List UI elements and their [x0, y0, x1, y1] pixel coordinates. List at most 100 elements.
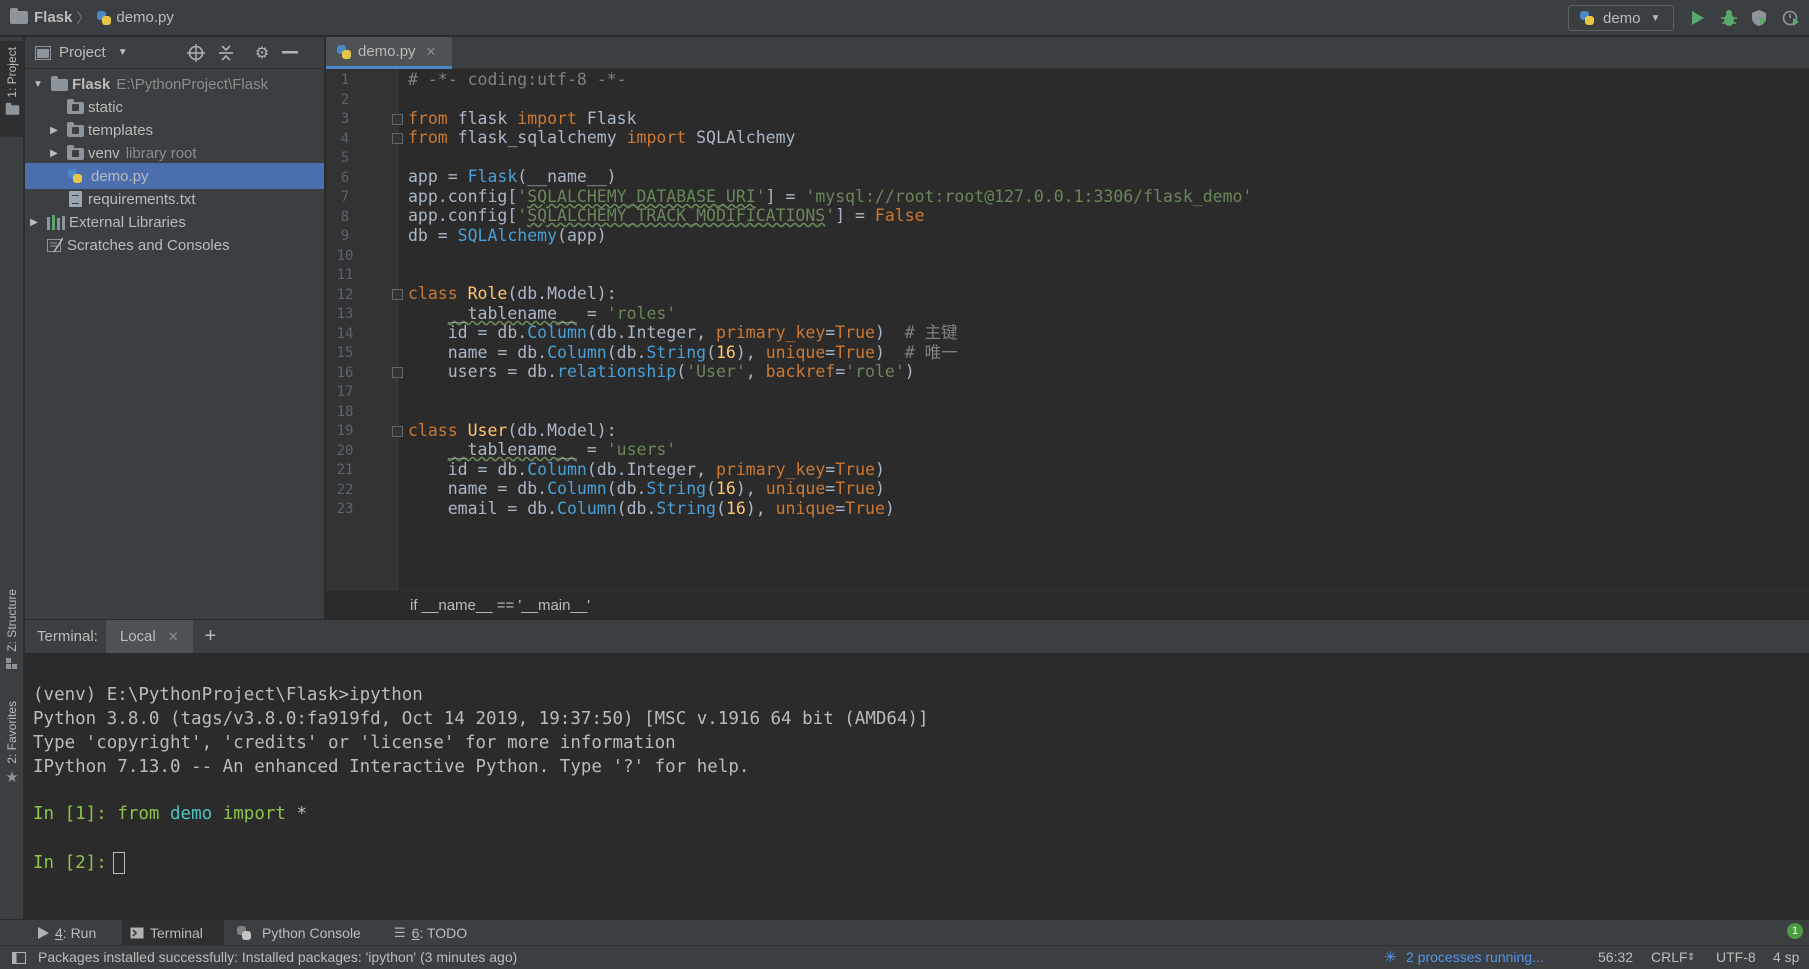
breadcrumb: Flask 〉 demo.py [0, 0, 174, 36]
progress-spinner-icon: ✳ [1384, 949, 1397, 966]
tree-item-label: Scratches and Consoles [67, 236, 230, 254]
star-icon: ★ [5, 768, 19, 786]
expand-arrow-icon[interactable]: ▼ [31, 79, 45, 90]
background-processes-link[interactable]: 2 processes running... [1406, 949, 1544, 965]
terminal-line: IPython 7.13.0 -- An enhanced Interactiv… [33, 757, 750, 777]
python-icon [236, 925, 252, 941]
python-console-tool-tab[interactable]: Python Console [228, 920, 369, 946]
text-file-icon [69, 191, 82, 207]
chevron-down-icon[interactable]: ▼ [118, 47, 128, 58]
terminal-tab-local[interactable]: Local ✕ [105, 619, 193, 654]
file-encoding[interactable]: UTF-8 [1716, 949, 1756, 965]
run-tool-tab[interactable]: 4: Run [30, 920, 104, 946]
caret-position[interactable]: 56:32 [1598, 949, 1633, 965]
folder-icon [67, 122, 84, 137]
folder-icon [67, 99, 84, 114]
expand-arrow-icon[interactable]: ▶ [27, 217, 41, 228]
line-number: 10 [336, 247, 354, 264]
editor-tab-demo-py[interactable]: demo.py ✕ [326, 37, 452, 69]
line-separator[interactable]: CRLF [1651, 949, 1688, 965]
expand-arrow-icon[interactable]: ▶ [47, 148, 61, 159]
expand-arrow-icon[interactable]: ▶ [47, 125, 61, 136]
breadcrumb-file[interactable]: demo.py [116, 9, 174, 26]
status-bar: Packages installed successfully: Install… [0, 945, 1809, 969]
line-number: 18 [336, 403, 354, 420]
code-breadcrumb-bar: if __name__ == '__main__' [326, 590, 1809, 619]
tree-item-note: library root [125, 144, 197, 162]
profile-button[interactable] [1782, 9, 1800, 27]
line-number: 16 [336, 364, 354, 381]
editor-tab-label: demo.py [358, 43, 416, 60]
fold-marker-icon[interactable] [392, 289, 403, 300]
debug-button[interactable] [1720, 9, 1738, 27]
event-log-badge[interactable]: 1 [1787, 923, 1803, 939]
structure-tool-tab[interactable]: Z: Structure [0, 589, 24, 689]
gear-icon[interactable]: ⚙ [253, 44, 271, 62]
folder-icon [67, 145, 84, 160]
code-area[interactable]: # -*- coding:utf-8 -*- from flask import… [408, 69, 1808, 590]
tree-item-scratches[interactable]: Scratches and Consoles [25, 232, 324, 258]
tree-item-label: demo.py [91, 167, 149, 185]
line-number: 22 [336, 481, 354, 498]
project-panel-title[interactable]: Project [59, 44, 106, 61]
tree-item-label: static [88, 98, 124, 116]
bug-icon [1721, 10, 1737, 26]
code-editor[interactable]: 1 2 3 4 5 6 7 8 9 10 11 12 13 14 15 16 17 18 19 20 21 22 23 # … [326, 69, 1809, 590]
toggle-tool-windows-icon[interactable] [12, 952, 26, 964]
fold-marker-icon[interactable] [392, 367, 403, 378]
code-line: db = SQLAlchemy(app) [408, 226, 607, 245]
run-with-coverage-button[interactable] [1750, 9, 1768, 27]
terminal-tool-tab[interactable]: Terminal [122, 920, 224, 946]
tree-item-label: templates [88, 121, 154, 139]
line-number: 5 [340, 150, 350, 166]
scratches-icon [47, 237, 63, 253]
breadcrumb-project[interactable]: Flask [34, 9, 72, 26]
terminal-tool-tab-label: Terminal [150, 925, 203, 941]
folder-icon [10, 8, 28, 24]
project-tool-tab[interactable]: 1: Project [0, 41, 24, 137]
python-file-icon [96, 10, 112, 26]
new-terminal-icon[interactable]: + [205, 625, 217, 648]
line-number: 8 [340, 208, 350, 225]
code-line: email = db.Column(db.String(16), unique=… [447, 499, 895, 518]
terminal-input-line: In [1]: from demo import * [33, 804, 308, 824]
line-number: 19 [336, 423, 354, 439]
line-number: 20 [336, 442, 354, 459]
terminal-line: (venv) E:\PythonProject\Flask>ipython [33, 685, 423, 705]
code-line: users = db.relationship('User', backref=… [447, 362, 915, 381]
line-number: 6 [340, 169, 350, 186]
code-line: # -*- coding:utf-8 -*- [408, 70, 627, 89]
hide-panel-icon[interactable] [281, 44, 299, 62]
python-console-tool-tab-label: Python Console [262, 925, 361, 941]
python-file-icon [336, 44, 352, 60]
run-tool-tab-label: 4: Run [55, 925, 97, 941]
tree-item-label: venv [88, 144, 120, 162]
indent-setting[interactable]: 4 sp [1773, 949, 1799, 965]
locate-file-icon[interactable] [187, 44, 205, 62]
line-number: 13 [336, 306, 354, 322]
favorites-tool-tab[interactable]: 2: Favorites ★ [0, 701, 24, 801]
status-message[interactable]: Packages installed successfully: Install… [38, 949, 517, 965]
code-breadcrumb[interactable]: if __name__ == '__main__' [410, 597, 590, 614]
line-number: 17 [336, 384, 354, 400]
collapse-all-icon[interactable] [217, 44, 235, 62]
run-button[interactable] [1689, 9, 1707, 27]
line-number: 9 [340, 228, 350, 244]
tree-item-label: Flask [72, 75, 111, 93]
close-icon[interactable]: ✕ [426, 44, 437, 60]
terminal-output[interactable]: (venv) E:\PythonProject\Flask>ipython Py… [25, 653, 1809, 919]
python-icon [1579, 10, 1595, 26]
fold-marker-icon[interactable] [392, 426, 403, 437]
terminal-tab-label: Local [119, 628, 156, 645]
folder-icon [51, 76, 68, 91]
tree-item-path: E:\PythonProject\Flask [116, 75, 269, 93]
todo-tool-tab[interactable]: ☰ 6: TODO [386, 920, 475, 946]
code-line: from flask_sqlalchemy import SQLAlchemy [408, 128, 796, 147]
coverage-icon [1752, 10, 1766, 26]
close-icon[interactable]: ✕ [168, 629, 179, 645]
project-panel-header: Project ▼ ⚙ [25, 37, 324, 69]
terminal-prompt-line[interactable]: In [2]: [33, 852, 125, 874]
run-configuration-dropdown[interactable]: demo ▼ [1568, 5, 1674, 31]
fold-marker-icon[interactable] [392, 114, 403, 125]
fold-marker-icon[interactable] [392, 133, 403, 144]
